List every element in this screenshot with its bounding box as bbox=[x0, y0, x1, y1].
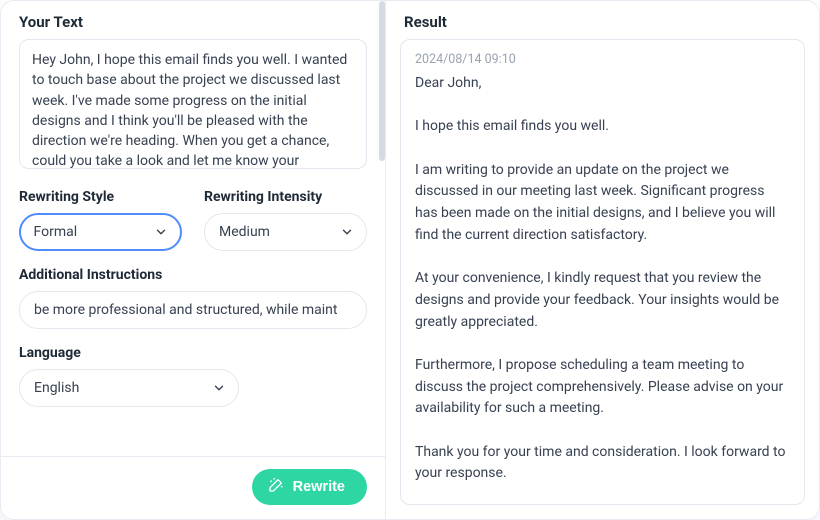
result-card: 2024/08/14 09:10 Dear John, I hope this … bbox=[400, 39, 805, 505]
chevron-down-icon bbox=[340, 225, 354, 239]
app-root: Your Text Rewriting Style Formal bbox=[0, 0, 820, 520]
input-panel: Your Text Rewriting Style Formal bbox=[1, 1, 386, 519]
language-label: Language bbox=[19, 345, 367, 361]
scrollbar[interactable] bbox=[379, 1, 385, 161]
rewrite-button[interactable]: Rewrite bbox=[252, 469, 367, 505]
input-panel-footer: Rewrite bbox=[1, 456, 385, 519]
language-field: Language English bbox=[19, 345, 367, 407]
input-panel-title: Your Text bbox=[1, 1, 385, 39]
intensity-field: Rewriting Intensity Medium bbox=[204, 189, 367, 251]
result-text: Dear John, I hope this email finds you w… bbox=[415, 73, 790, 485]
result-panel-title: Result bbox=[386, 1, 819, 39]
intensity-label: Rewriting Intensity bbox=[204, 189, 367, 205]
style-select[interactable]: Formal bbox=[19, 213, 182, 251]
chevron-down-icon bbox=[212, 381, 226, 395]
additional-instructions-input[interactable] bbox=[19, 291, 367, 329]
magic-wand-icon bbox=[268, 477, 284, 497]
intensity-select[interactable]: Medium bbox=[204, 213, 367, 251]
style-value: Formal bbox=[34, 224, 78, 240]
language-select[interactable]: English bbox=[19, 369, 239, 407]
result-timestamp: 2024/08/14 09:10 bbox=[415, 52, 790, 67]
input-panel-body: Rewriting Style Formal Rewriting Intensi… bbox=[1, 39, 385, 456]
language-value: English bbox=[34, 380, 79, 396]
source-text-input[interactable] bbox=[19, 39, 367, 169]
chevron-down-icon bbox=[154, 225, 168, 239]
style-label: Rewriting Style bbox=[19, 189, 182, 205]
rewrite-button-label: Rewrite bbox=[293, 479, 345, 495]
intensity-value: Medium bbox=[219, 224, 270, 240]
additional-instructions-field: Additional Instructions bbox=[19, 267, 367, 329]
result-panel: Result 2024/08/14 09:10 Dear John, I hop… bbox=[386, 1, 819, 519]
style-field: Rewriting Style Formal bbox=[19, 189, 182, 251]
additional-instructions-label: Additional Instructions bbox=[19, 267, 367, 283]
